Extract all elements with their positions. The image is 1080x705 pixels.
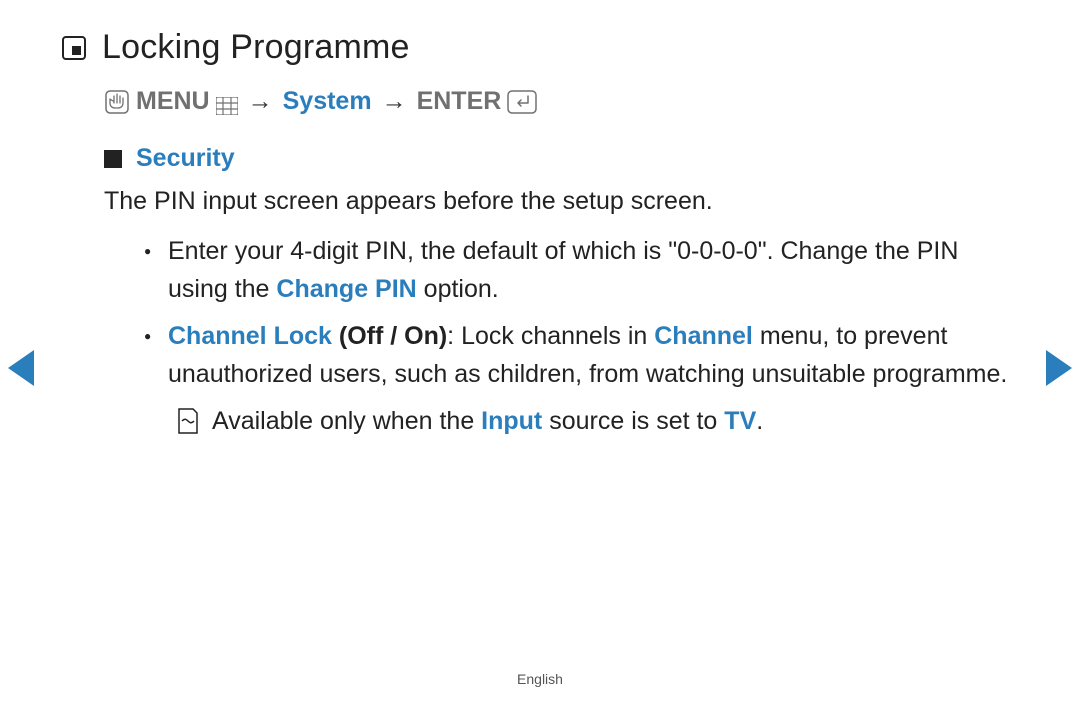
- section-title: Security: [136, 144, 235, 173]
- page-title-row: Locking Programme: [60, 28, 1020, 67]
- nav-prev-arrow-icon[interactable]: [8, 350, 34, 386]
- bullet-channel-lock: Channel Lock (Off / On): Lock channels i…: [140, 318, 1020, 393]
- channel-lock-text-1: : Lock channels in: [447, 322, 654, 350]
- footer-language: English: [0, 671, 1080, 687]
- change-pin-label: Change PIN: [276, 275, 416, 303]
- breadcrumb-system: System: [283, 87, 372, 116]
- nav-next-arrow-icon[interactable]: [1046, 350, 1072, 386]
- note-text-pre: Available only when the: [212, 407, 481, 435]
- enter-icon: [507, 90, 537, 114]
- note: Available only when the Input source is …: [176, 403, 1020, 441]
- note-icon: [176, 407, 200, 435]
- channel-label: Channel: [654, 322, 753, 350]
- bullet-pin-text-post: option.: [417, 275, 499, 303]
- breadcrumb-arrow-2: →: [378, 87, 411, 116]
- section-security: Security The PIN input screen appears be…: [104, 144, 1020, 441]
- note-text-end: .: [756, 407, 763, 435]
- input-label: Input: [481, 407, 542, 435]
- hand-icon: [104, 89, 130, 115]
- section-description: The PIN input screen appears before the …: [104, 183, 1020, 219]
- note-text-mid: source is set to: [542, 407, 724, 435]
- breadcrumb: MENU → System → ENTER: [104, 87, 1020, 116]
- bullet-pin: Enter your 4-digit PIN, the default of w…: [140, 233, 1020, 308]
- note-text: Available only when the Input source is …: [212, 403, 763, 441]
- square-bullet-icon: [104, 150, 122, 168]
- breadcrumb-arrow-1: →: [244, 87, 277, 116]
- menu-grid-icon: [216, 93, 238, 111]
- section-header: Security: [104, 144, 1020, 173]
- menu-label: MENU: [136, 87, 210, 116]
- channel-lock-label: Channel Lock: [168, 322, 332, 350]
- enter-label: ENTER: [417, 87, 502, 116]
- page: Locking Programme MENU → System → ENTER: [0, 0, 1080, 441]
- notebook-icon: [60, 34, 88, 62]
- page-title: Locking Programme: [102, 28, 410, 67]
- off-on-label: (Off / On): [332, 322, 447, 350]
- bullet-list: Enter your 4-digit PIN, the default of w…: [140, 233, 1020, 393]
- tv-label: TV: [724, 407, 756, 435]
